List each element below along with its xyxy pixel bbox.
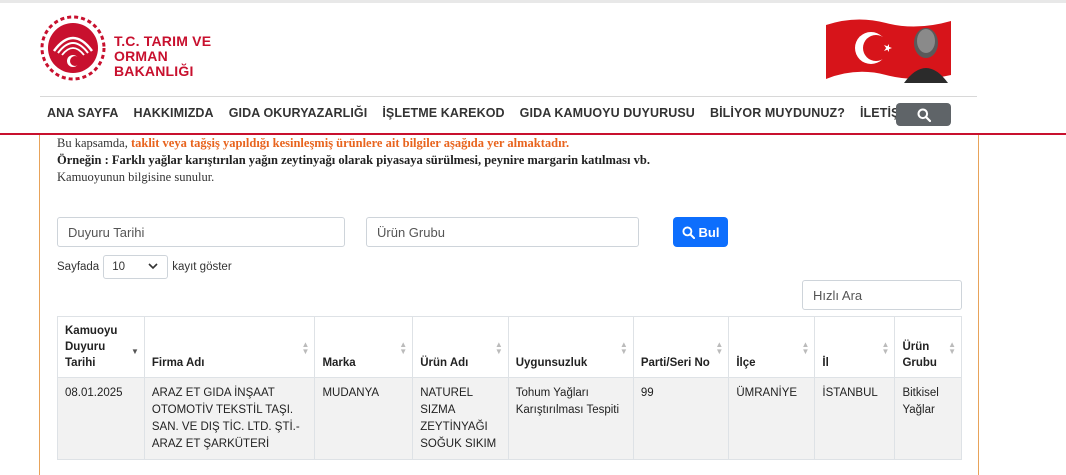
column-header-district[interactable]: İlçe ▲ ▼ — [728, 316, 816, 378]
find-button-label: Bul — [698, 224, 720, 240]
logo-title: T.C. TARIM VE ORMAN BAKANLIĞI — [114, 34, 250, 79]
column-header-batch[interactable]: Parti/Seri No ▲ ▼ — [632, 316, 730, 378]
cell-city: İSTANBUL — [814, 377, 896, 460]
product-group-input[interactable]: Ürün Grubu — [366, 217, 639, 247]
cell-firm: ARAZ ET GIDA İNŞAAT OTOMOTİV TEKSTİL TAŞ… — [143, 377, 316, 460]
turkish-flag-portrait-icon — [826, 19, 951, 83]
quick-search-placeholder: Hızlı Ara — [813, 287, 863, 303]
cell-batch: 99 — [632, 377, 730, 460]
nav-search-button[interactable] — [896, 103, 951, 126]
logo-title-line1: T.C. TARIM VE — [114, 33, 212, 49]
announcements-table: Kamuoyu Duyuru Tarihi ▼ Firma Adı ▲ ▼ Marka… — [57, 316, 962, 460]
column-header-product[interactable]: Ürün Adı ▲ ▼ — [412, 316, 509, 378]
column-header-issue[interactable]: Uygunsuzluk ▲ ▼ — [507, 316, 634, 378]
table-header-row: Kamuoyu Duyuru Tarihi ▼ Firma Adı ▲ ▼ Marka… — [57, 316, 962, 378]
intro-line-2: Örneğin : Farklı yağlar karıştırılan yağ… — [57, 153, 650, 167]
search-icon — [917, 108, 931, 122]
sort-icon: ▲ ▼ — [619, 340, 628, 356]
chevron-down-icon — [148, 263, 158, 270]
page-size-suffix: kayıt göster — [172, 261, 232, 273]
page-size-select[interactable]: 10 — [103, 255, 169, 279]
intro-line-1: Bu kapsamda, taklit veya tağşiş yapıldığ… — [57, 135, 650, 152]
nav-item-isletme-karekod[interactable]: İŞLETME KAREKOD — [382, 106, 504, 120]
date-filter-input[interactable]: Duyuru Tarihi — [57, 217, 345, 247]
page-size-value: 10 — [112, 261, 125, 273]
column-header-city[interactable]: İl ▲ ▼ — [814, 316, 896, 378]
main-nav: ANA SAYFA HAKKIMIZDA GIDA OKURYAZARLIĞI … — [40, 97, 922, 129]
intro-line-1-prefix: Bu kapsamda, — [57, 136, 131, 150]
column-header-group[interactable]: Ürün Grubu ▲ ▼ — [894, 316, 962, 378]
nav-item-gida-okuryazarligi[interactable]: GIDA OKURYAZARLIĞI — [229, 106, 368, 120]
cell-product: NATUREL SIZMA ZEYTİNYAĞI SOĞUK SIKIM — [412, 377, 509, 460]
intro-line-1-highlight: taklit veya tağşiş yapıldığı kesinleşmiş… — [130, 136, 570, 150]
page-size-prefix: Sayfada — [57, 261, 100, 273]
date-filter-placeholder: Duyuru Tarihi — [68, 224, 145, 240]
nav-item-hakkimizda[interactable]: HAKKIMIZDA — [134, 106, 214, 120]
ministry-logo[interactable]: T.C. TARIM VE ORMAN BAKANLIĞI — [40, 15, 250, 85]
flag-banner — [826, 15, 951, 83]
logo-title-line2: ORMAN BAKANLIĞI — [114, 48, 194, 79]
sort-icon: ▲ ▼ — [494, 340, 503, 356]
nav-item-gida-kamuoyu-duyurusu[interactable]: GIDA KAMUOYU DUYURUSU — [520, 106, 695, 120]
sort-icon: ▲ ▼ — [881, 340, 890, 356]
ministry-emblem-icon — [40, 15, 106, 81]
intro-text: Bu kapsamda, taklit veya tağşiş yapıldığ… — [57, 135, 650, 186]
sort-desc-icon: ▼ — [130, 347, 139, 356]
column-header-brand[interactable]: Marka ▲ ▼ — [314, 316, 414, 378]
nav-item-biliyor-muydunuz[interactable]: BİLİYOR MUYDUNUZ? — [710, 106, 845, 120]
sort-icon: ▲ ▼ — [301, 340, 310, 356]
intro-line-3: Kamuoyunun bilgisine sunulur. — [57, 170, 215, 184]
sort-icon: ▲ ▼ — [948, 340, 956, 356]
cell-issue: Tohum Yağları Karıştırılması Tespiti — [507, 377, 634, 460]
sort-icon: ▲ ▼ — [399, 340, 408, 356]
table-row: 08.01.2025 ARAZ ET GIDA İNŞAAT OTOMOTİV … — [57, 377, 962, 460]
nav-item-ana-sayfa[interactable]: ANA SAYFA — [47, 106, 119, 120]
search-icon — [681, 225, 695, 239]
cell-date: 08.01.2025 — [57, 377, 145, 460]
quick-search-input[interactable]: Hızlı Ara — [802, 280, 962, 310]
cell-group: Bitkisel Yağlar — [894, 377, 962, 460]
column-header-date[interactable]: Kamuoyu Duyuru Tarihi ▼ — [57, 316, 145, 378]
find-button[interactable]: Bul — [673, 217, 728, 247]
cell-brand: MUDANYA — [314, 377, 414, 460]
sort-icon: ▲ ▼ — [715, 340, 724, 356]
top-border — [0, 0, 1066, 3]
column-header-firm[interactable]: Firma Adı ▲ ▼ — [143, 316, 316, 378]
sort-icon: ▲ ▼ — [801, 340, 810, 356]
cell-district: ÜMRANİYE — [728, 377, 816, 460]
page-size-control: Sayfada 10 kayıt göster — [57, 255, 232, 279]
product-group-placeholder: Ürün Grubu — [377, 224, 445, 240]
